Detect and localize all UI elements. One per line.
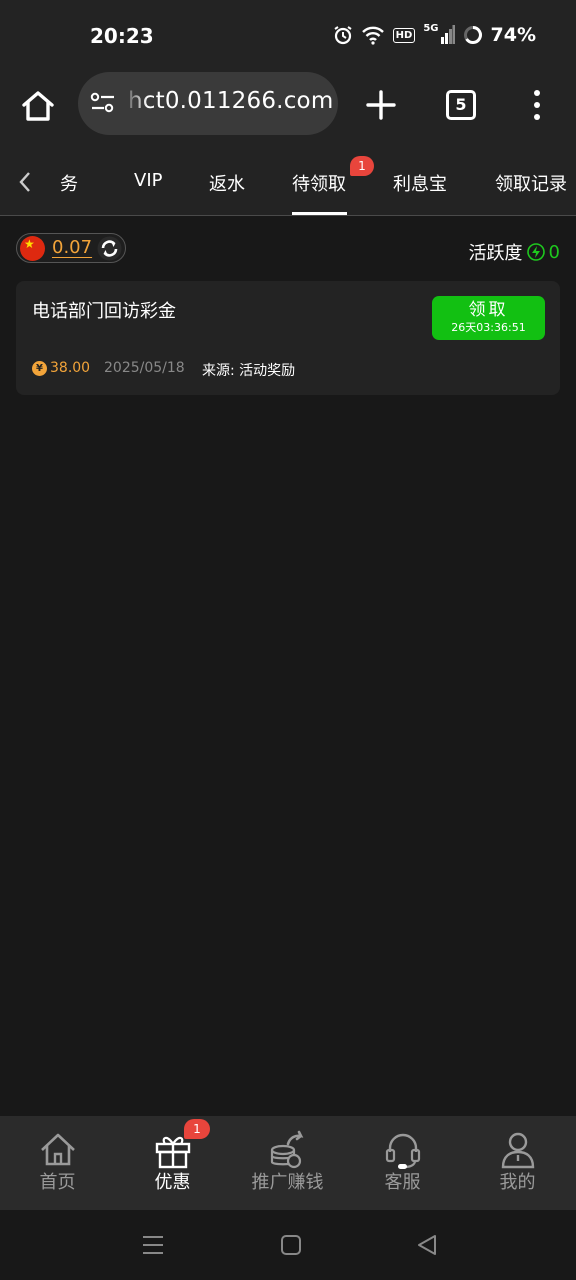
claim-label[interactable]: 领取 [432, 296, 545, 321]
reward-amount: 38.00 [50, 360, 91, 376]
user-icon [501, 1132, 535, 1169]
tab-claim-history[interactable]: 领取记录 [495, 170, 567, 196]
wifi-icon [361, 26, 384, 45]
site-settings-icon[interactable] [90, 92, 116, 114]
battery-icon [463, 26, 482, 44]
nav-support[interactable]: 客服 [345, 1116, 460, 1210]
category-tab-bar: 任务 VIP 返水 待领取 1 利息宝 领取记录 [0, 148, 576, 216]
status-bar: 20:23 HD 5G 74% [0, 0, 576, 72]
network-type: 5G [423, 23, 439, 34]
activity-value: 0 [548, 241, 560, 263]
refresh-icon[interactable] [97, 236, 122, 261]
tab-tasks[interactable]: 任务 [60, 170, 78, 196]
url-text[interactable]: hct0.011266.com [128, 88, 333, 114]
nav-promotions[interactable]: 优惠 [115, 1116, 230, 1210]
reward-source: 来源: 活动奖励 [202, 363, 296, 379]
nav-promotions-label: 优惠 [154, 1172, 191, 1193]
system-navigation-bar [0, 1210, 576, 1280]
nav-referral-label: 推广赚钱 [251, 1172, 324, 1193]
nav-profile[interactable]: 我的 [460, 1116, 575, 1210]
home-icon [41, 1133, 75, 1166]
headset-icon [385, 1133, 421, 1169]
nav-home[interactable]: 首页 [0, 1116, 115, 1210]
url-fade [122, 72, 148, 135]
more-menu-icon[interactable] [528, 88, 546, 122]
reward-date: 2025/05/18 [104, 360, 185, 376]
battery-percent: 74% [490, 24, 536, 46]
new-tab-icon[interactable] [364, 88, 398, 122]
nav-profile-label: 我的 [499, 1172, 536, 1193]
browser-toolbar: hct0.011266.com 5 [0, 72, 576, 148]
lightning-icon [526, 243, 545, 261]
promotions-badge: 1 [184, 1119, 210, 1139]
coins-share-icon [270, 1130, 304, 1169]
tab-pending[interactable]: 待领取 [292, 170, 346, 196]
signal-icon [440, 25, 455, 44]
status-icons: HD 5G 74% [333, 24, 536, 46]
balance-widget: ★ 0.07 [16, 233, 126, 263]
nav-home-label: 首页 [39, 1172, 76, 1193]
alarm-icon [334, 26, 352, 45]
reward-title: 电话部门回访彩金 [32, 301, 176, 322]
nav-support-label: 客服 [384, 1172, 421, 1193]
home-button-icon[interactable] [280, 1234, 302, 1256]
activity-label: 活跃度 [468, 243, 523, 264]
tab-switcher-button[interactable]: 5 [446, 90, 476, 120]
pending-badge: 1 [350, 156, 374, 176]
tab-rebate[interactable]: 返水 [209, 170, 245, 196]
bottom-navigation: 首页 优惠 1 推广赚钱 客服 我的 [0, 1116, 576, 1210]
reward-card: 电话部门回访彩金 领取 26天03:36:51 ¥ 38.00 2025/05/… [16, 281, 560, 395]
tab-interest[interactable]: 利息宝 [393, 170, 447, 196]
hd-icon: HD [392, 27, 416, 43]
home-icon[interactable] [18, 86, 58, 126]
claim-countdown: 26天03:36:51 [451, 321, 526, 334]
china-flag-icon: ★ [20, 236, 45, 261]
address-bar[interactable]: hct0.011266.com [78, 72, 338, 135]
status-time: 20:23 [90, 24, 154, 48]
tab-vip[interactable]: VIP [134, 170, 162, 191]
balance-value[interactable]: 0.07 [52, 237, 92, 258]
active-tab-indicator [292, 212, 347, 215]
recent-apps-icon[interactable] [142, 1234, 164, 1256]
claim-button[interactable]: 领取 26天03:36:51 [432, 296, 545, 340]
back-icon[interactable] [416, 1234, 438, 1256]
activity-level: 活跃度 0 [469, 239, 560, 265]
chevron-left-icon[interactable] [16, 170, 34, 194]
coin-icon: ¥ [32, 361, 47, 376]
nav-referral[interactable]: 推广赚钱 [230, 1116, 345, 1210]
